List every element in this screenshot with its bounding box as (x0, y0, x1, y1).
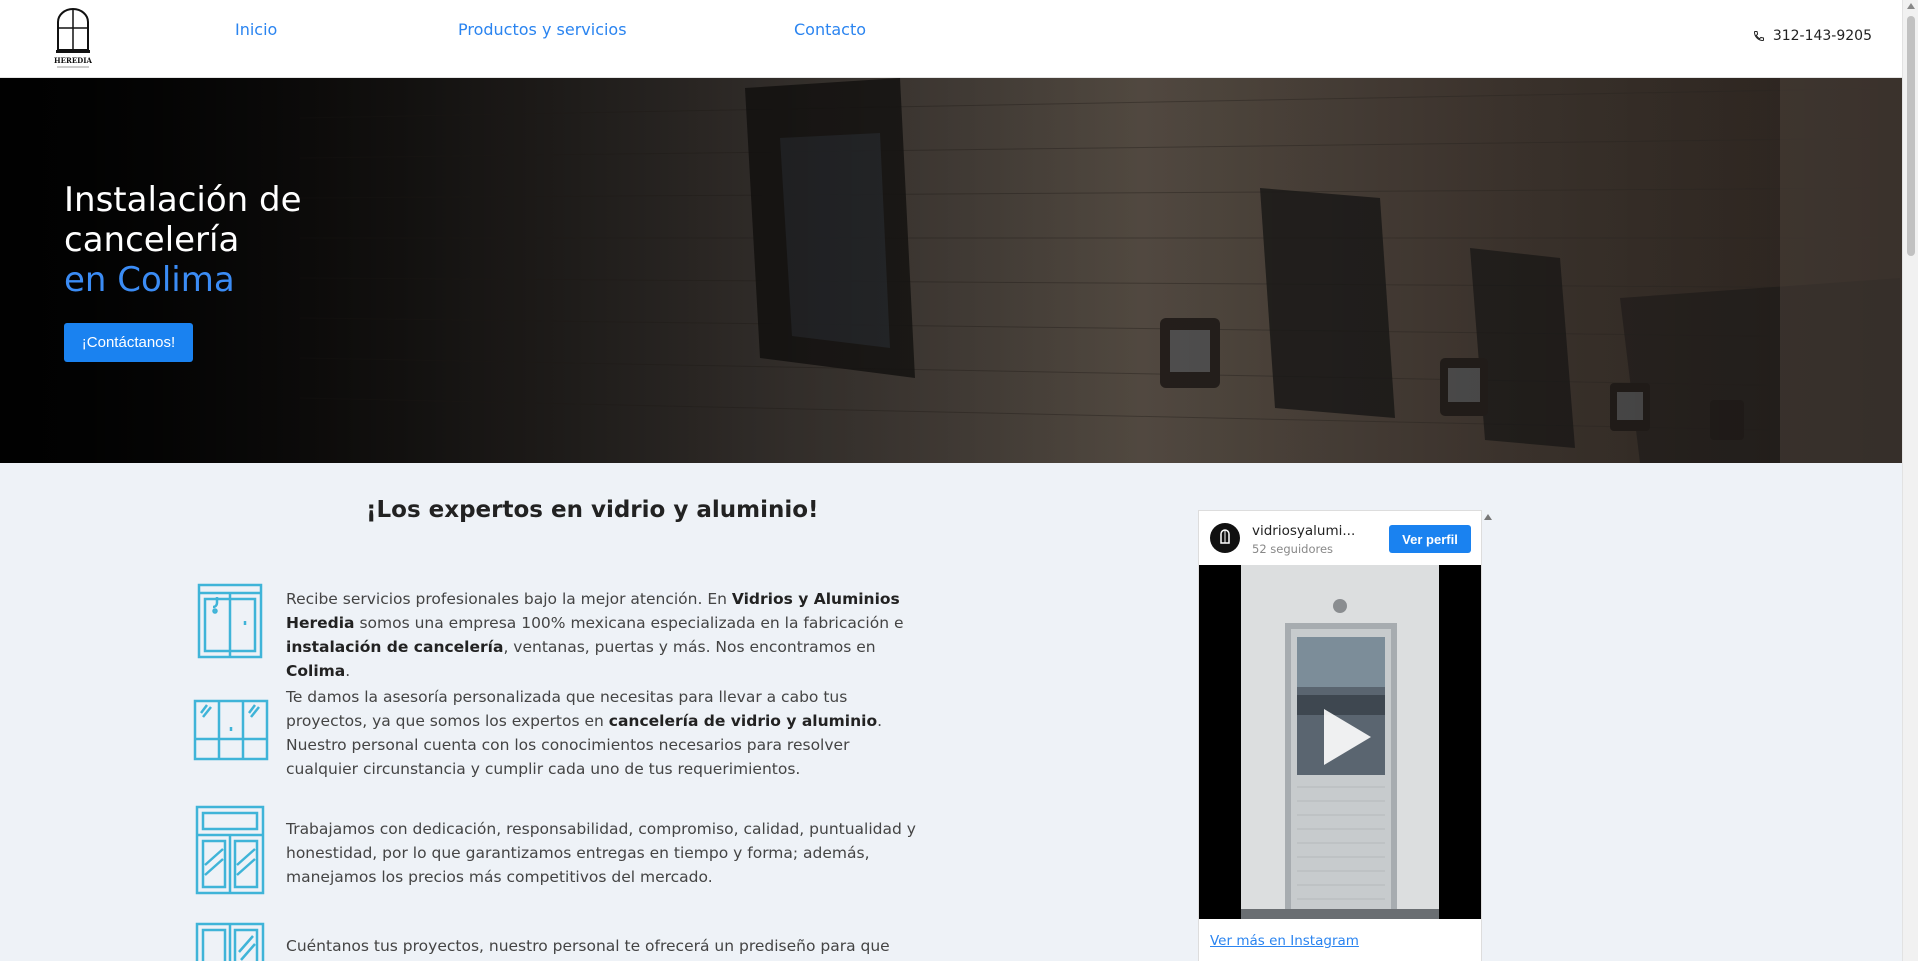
feature-item: Cuéntanos tus proyectos, nuestro persona… (193, 922, 933, 961)
instagram-video[interactable] (1199, 565, 1481, 919)
phone-number: 312-143-9205 (1772, 28, 1872, 44)
phone-icon (1753, 30, 1765, 42)
window-frame-icon (193, 805, 267, 899)
contact-button[interactable]: ¡Contáctanos! (64, 323, 193, 362)
instagram-username[interactable]: vidriosyalumi... (1252, 523, 1355, 539)
nav-link-inicio[interactable]: Inicio (235, 20, 277, 39)
glass-door-icon (193, 922, 267, 961)
hero-heading-line1: Instalación de (64, 180, 302, 220)
hero-heading-line2: cancelería (64, 220, 240, 260)
instagram-avatar[interactable] (1210, 523, 1240, 553)
feature-text: Trabajamos con dedicación, responsabilid… (286, 820, 916, 886)
section-heading: ¡Los expertos en vidrio y aluminio! (366, 497, 819, 523)
nav-link-contacto[interactable]: Contacto (794, 20, 866, 39)
sliding-door-icon (193, 583, 267, 663)
feature-item: Recibe servicios profesionales bajo la m… (193, 583, 933, 680)
feature-item: Te damos la asesoría personalizada que n… (193, 685, 933, 785)
feature-text: Te damos la asesoría personalizada que n… (286, 688, 883, 778)
play-icon (1324, 709, 1371, 765)
page-scrollbar[interactable] (1902, 0, 1918, 961)
scroll-up-icon[interactable] (1907, 3, 1915, 9)
feature-item: Trabajamos con dedicación, responsabilid… (193, 805, 933, 900)
site-header: HEREDIA Inicio Productos y servicios Con… (0, 0, 1902, 78)
phone-link[interactable]: 312-143-9205 (1753, 28, 1872, 44)
instagram-header: vidriosyalumi... 52 seguidores Ver perfi… (1199, 511, 1481, 565)
view-profile-button[interactable]: Ver perfil (1389, 525, 1471, 553)
feature-text: Recibe servicios profesionales bajo la m… (286, 590, 904, 680)
svg-text:HEREDIA: HEREDIA (54, 56, 92, 65)
nav-link-productos[interactable]: Productos y servicios (458, 20, 627, 39)
hero-banner: Instalación de cancelería en Colima ¡Con… (0, 78, 1902, 463)
hero-heading: Instalación de cancelería en Colima (64, 180, 302, 300)
door-video-thumbnail (1199, 565, 1481, 919)
instagram-more-link[interactable]: Ver más en Instagram (1210, 933, 1359, 949)
feature-text: Cuéntanos tus proyectos, nuestro persona… (286, 937, 890, 955)
heredia-logo[interactable]: HEREDIA (48, 6, 98, 70)
instagram-embed: vidriosyalumi... 52 seguidores Ver perfi… (1198, 510, 1482, 961)
hero-heading-accent: en Colima (64, 260, 235, 300)
scrollbar-thumb[interactable] (1907, 16, 1915, 256)
instagram-followers: 52 seguidores (1252, 542, 1334, 556)
embed-scroll-up-icon[interactable] (1484, 514, 1492, 520)
window-panels-icon (193, 699, 269, 765)
